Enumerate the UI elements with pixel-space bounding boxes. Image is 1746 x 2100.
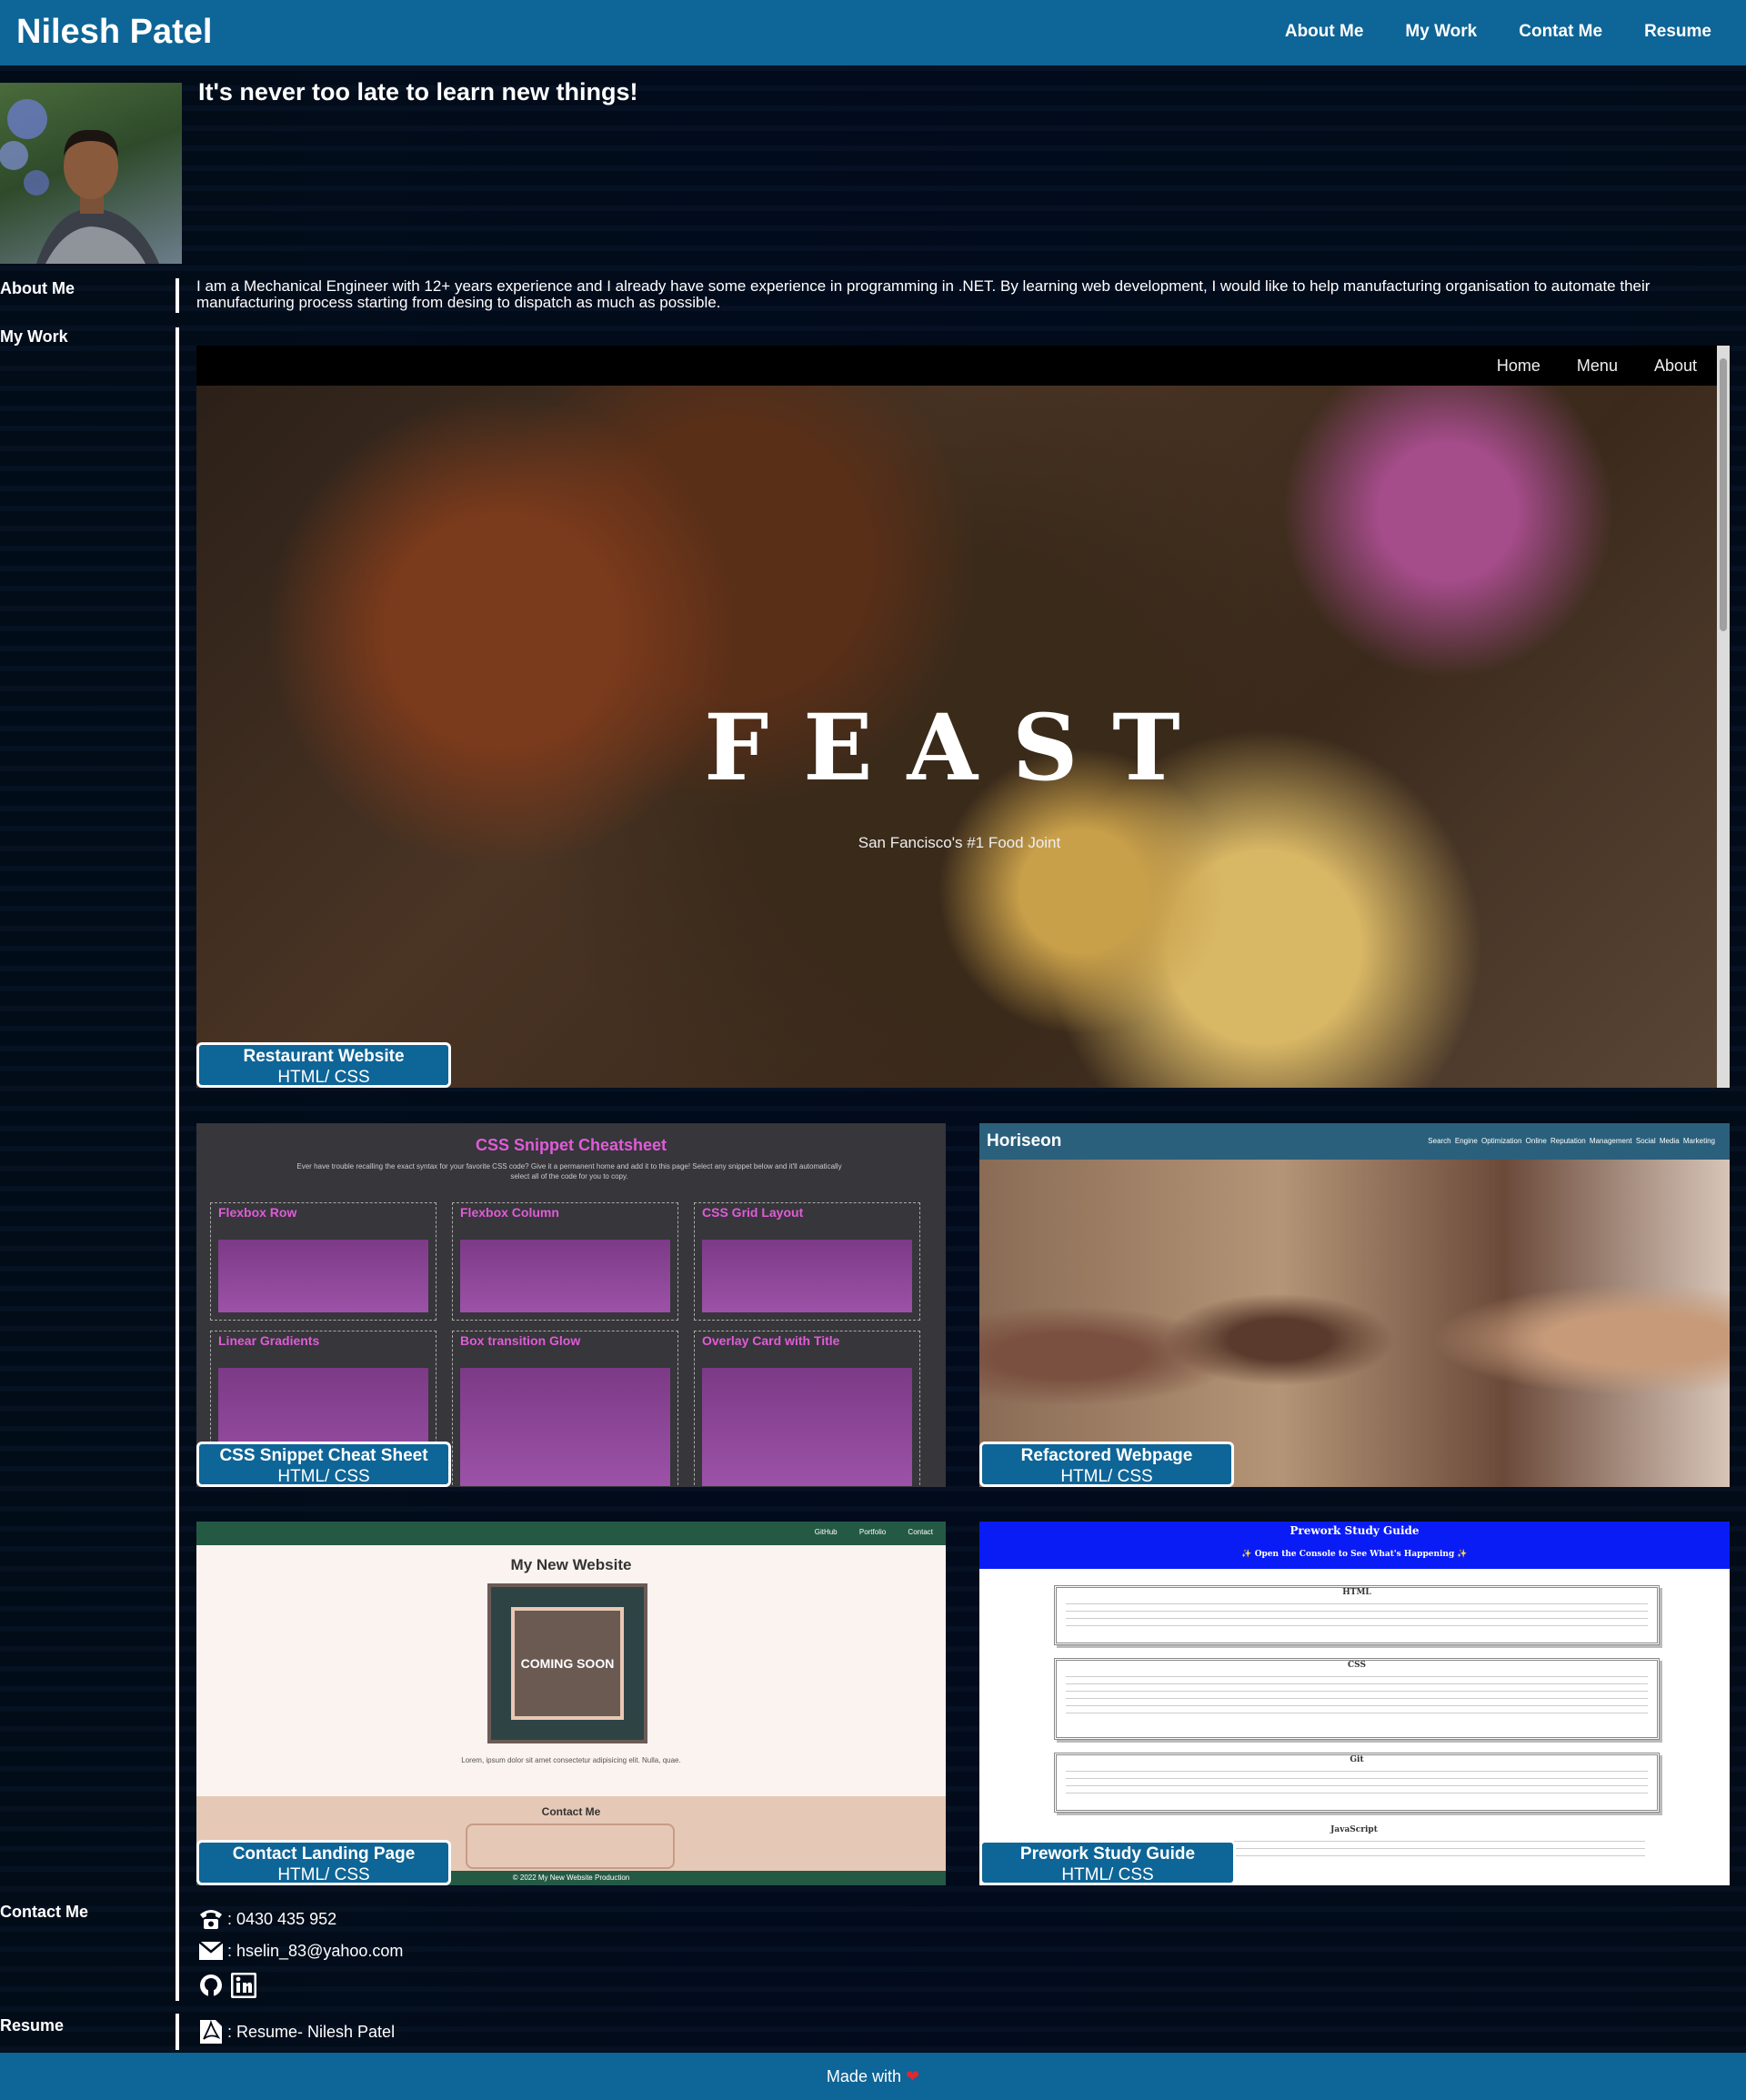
feast-nav-home: Home (1496, 356, 1540, 375)
landing-title: My New Website (510, 1556, 632, 1573)
project-title: CSS Snippet Cheat Sheet (219, 1446, 428, 1465)
project-label-horiseon[interactable]: Refactored Webpage HTML/ CSS (979, 1442, 1234, 1487)
project-title: Prework Study Guide (1019, 1844, 1196, 1864)
snippet-card: Overlay Card with Title (694, 1331, 920, 1487)
contact-section-label: Contact Me (0, 1903, 89, 1921)
snippet-card: CSS Grid Layout (694, 1202, 920, 1321)
resume-section-label: Resume (0, 2016, 65, 2035)
work-section-label: My Work (0, 327, 68, 346)
project-label-landing[interactable]: Contact Landing Page HTML/ CSS (196, 1840, 451, 1885)
feast-nav-menu: Menu (1576, 356, 1618, 375)
prework-title: Prework Study Guide (1289, 1524, 1420, 1537)
horiseon-links: Search Engine Optimization Online Reputa… (1428, 1137, 1715, 1145)
profile-photo (0, 83, 182, 264)
project-tech: HTML/ CSS (1060, 1467, 1153, 1486)
work-divider (176, 327, 179, 2001)
site-header: Nilesh Patel About Me My Work Contat Me … (0, 0, 1746, 65)
heart-icon: ❤ (905, 2067, 920, 2085)
contact-phone[interactable]: : 0430 435 952 (198, 1906, 336, 1932)
site-title: Nilesh Patel (16, 13, 213, 51)
about-divider (176, 278, 179, 313)
horiseon-header: Horiseon Search Engine Optimization Onli… (979, 1123, 1730, 1160)
feast-nav: Home Menu About (196, 346, 1722, 386)
main-nav: About Me My Work Contat Me Resume (1285, 22, 1711, 42)
footer-text: Made with (826, 2067, 901, 2085)
snippet-card: Flexbox Row (210, 1202, 436, 1321)
project-title: Refactored Webpage (1020, 1446, 1193, 1465)
snippet-card: Flexbox Column (452, 1202, 678, 1321)
project-card-prework[interactable]: Prework Study Guide ✨ Open the Console t… (979, 1522, 1730, 1885)
feast-subtitle: San Fancisco's #1 Food Joint (858, 834, 1061, 851)
email-address: : hselin_83@yahoo.com (227, 1941, 404, 1960)
site-footer: Made with ❤ (0, 2053, 1746, 2100)
horiseon-hero-image (979, 1160, 1730, 1487)
nav-resume[interactable]: Resume (1644, 22, 1711, 42)
project-tech: HTML/ CSS (1061, 1865, 1154, 1884)
resume-link[interactable]: : Resume- Nilesh Patel (198, 2019, 395, 2045)
resume-divider (176, 2014, 179, 2050)
preview-scrollbar[interactable] (1717, 346, 1730, 1088)
prework-section: Git (1054, 1753, 1660, 1813)
project-tech: HTML/ CSS (277, 1865, 370, 1884)
landing-contact-title: Contact Me (541, 1805, 601, 1818)
phone-number: : 0430 435 952 (227, 1909, 337, 1928)
phone-icon (198, 1906, 224, 1932)
snippet-card: Box transition Glow (452, 1331, 678, 1487)
project-label-prework[interactable]: Prework Study Guide HTML/ CSS (979, 1840, 1236, 1885)
project-label-restaurant[interactable]: Restaurant Website HTML/ CSS (196, 1042, 451, 1088)
hero-tagline: It's never too late to learn new things! (198, 78, 638, 106)
project-card-restaurant[interactable]: Home Menu About FEAST San Fancisco's #1 … (196, 346, 1730, 1088)
social-links (198, 1973, 256, 1998)
project-tech: HTML/ CSS (277, 1068, 370, 1087)
project-card-landing[interactable]: GitHub Portfolio Contact My New Website … (196, 1522, 946, 1885)
project-tech: HTML/ CSS (277, 1467, 370, 1486)
prework-section: HTML (1054, 1585, 1660, 1645)
coming-soon-badge: COMING SOON (487, 1583, 647, 1743)
landing-lorem: Lorem, ipsum dolor sit amet consectetur … (461, 1756, 681, 1764)
cheatsheet-title: CSS Snippet Cheatsheet (475, 1136, 667, 1154)
nav-contact-me[interactable]: Contat Me (1519, 22, 1602, 42)
cheatsheet-note: Ever have trouble recalling the exact sy… (296, 1162, 842, 1181)
feast-title: FEAST (704, 694, 1215, 801)
project-card-horiseon[interactable]: Horiseon Search Engine Optimization Onli… (979, 1123, 1730, 1487)
project-title: Contact Landing Page (232, 1844, 416, 1864)
project-label-cheatsheet[interactable]: CSS Snippet Cheat Sheet HTML/ CSS (196, 1442, 451, 1487)
envelope-icon (198, 1938, 224, 1964)
project-title: Restaurant Website (243, 1047, 405, 1066)
github-icon[interactable] (198, 1973, 224, 1998)
landing-nav: GitHub Portfolio Contact (196, 1522, 946, 1545)
feast-nav-about: About (1653, 356, 1697, 375)
about-section-label: About Me (0, 279, 75, 297)
pdf-icon (198, 2019, 224, 2045)
resume-link-text: : Resume- Nilesh Patel (227, 2022, 396, 2041)
linkedin-icon[interactable] (231, 1973, 256, 1998)
project-card-cheatsheet[interactable]: CSS Snippet Cheatsheet Ever have trouble… (196, 1123, 946, 1487)
about-text: I am a Mechanical Engineer with 12+ year… (196, 277, 1651, 311)
nav-my-work[interactable]: My Work (1405, 22, 1477, 42)
landing-contact-form (466, 1824, 675, 1869)
prework-subtitle: ✨ Open the Console to See What's Happeni… (1241, 1550, 1468, 1559)
prework-section: CSS (1054, 1658, 1660, 1740)
contact-email[interactable]: : hselin_83@yahoo.com (198, 1938, 403, 1964)
prework-header: Prework Study Guide ✨ Open the Console t… (979, 1522, 1730, 1569)
horiseon-brand: Horiseon (987, 1131, 1062, 1150)
nav-about-me[interactable]: About Me (1285, 22, 1364, 42)
